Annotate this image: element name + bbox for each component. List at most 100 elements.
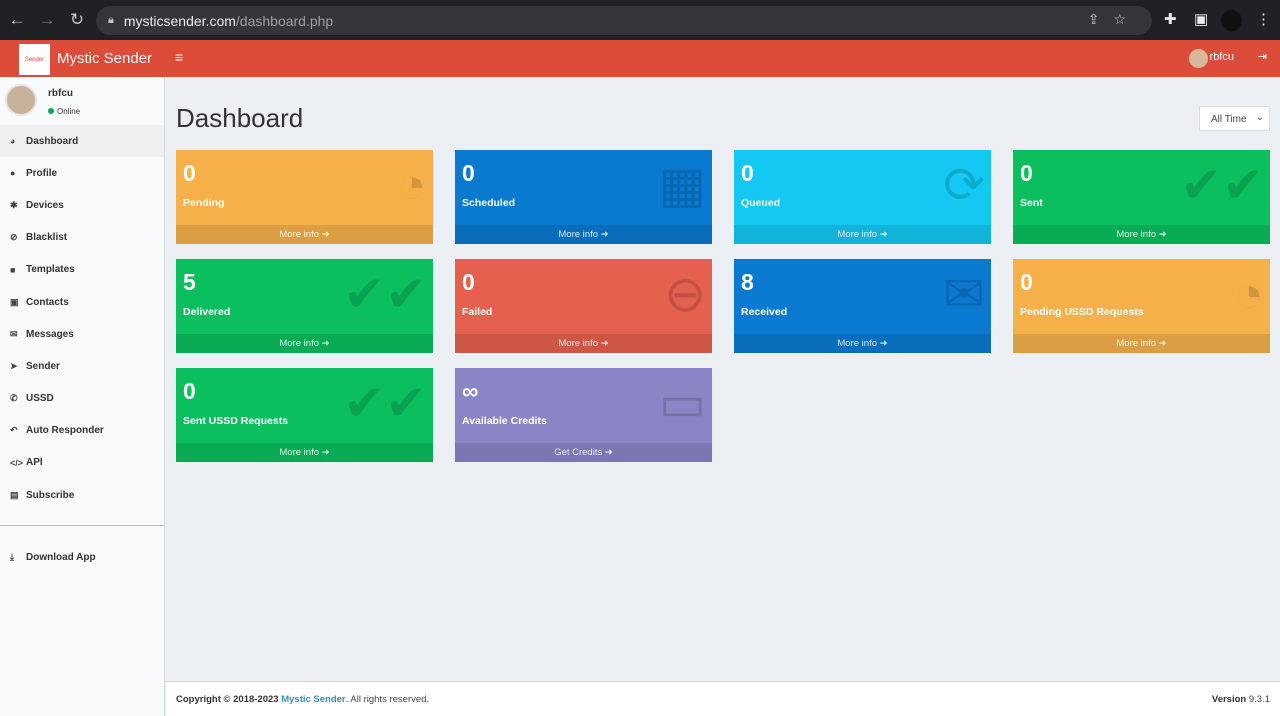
download-icon: ⤓ bbox=[10, 551, 14, 562]
sidebar-item-label: Dashboard bbox=[26, 135, 79, 147]
card-value: 0 bbox=[1020, 160, 1033, 186]
stat-card-sent: 0 Sent ✔✔ More info ➜ bbox=[1013, 150, 1270, 244]
stat-card-available-credits: ∞ Available Credits ▭ Get Credits ➜ bbox=[455, 368, 712, 462]
card-icon: ✔✔ bbox=[1180, 157, 1264, 213]
sidebar-item-label: Download App bbox=[26, 551, 96, 563]
sidebar-item-messages[interactable]: ✉ Messages bbox=[0, 318, 164, 350]
more-info-link[interactable]: More info ➜ bbox=[1013, 225, 1270, 244]
sidebar-item-label: API bbox=[26, 457, 43, 469]
sidebar-item-label: USSD bbox=[26, 393, 54, 405]
forward-icon[interactable]: → bbox=[32, 10, 62, 30]
menu-icon[interactable]: ⋮ bbox=[1256, 10, 1271, 28]
reload-icon[interactable]: ↻ bbox=[62, 10, 92, 30]
sidebar: rbfcu Online ◕ Dashboard ● Profile ✱ Devices ⊘… bbox=[0, 77, 165, 716]
footer-brand-link[interactable]: Mystic Sender bbox=[281, 694, 345, 705]
lock-icon: 🔒︎ bbox=[108, 14, 114, 26]
more-info-link[interactable]: More info ➜ bbox=[176, 334, 433, 353]
card-value: 0 bbox=[741, 160, 754, 186]
divider bbox=[0, 525, 164, 526]
time-range-value: All Time bbox=[1211, 114, 1247, 125]
rights: . All rights reserved. bbox=[345, 694, 430, 705]
card-label: Scheduled bbox=[462, 197, 516, 209]
more-info-link[interactable]: More info ➜ bbox=[455, 334, 712, 353]
chevron-down-icon: ⌄ bbox=[1255, 112, 1264, 123]
sidebar-item-label: Sender bbox=[26, 360, 60, 372]
card-value: 0 bbox=[462, 269, 475, 295]
version: 9.3.1 bbox=[1248, 694, 1270, 705]
app-header: Sender Mystic Sender ≡ rbfcu ⇥ bbox=[0, 40, 1280, 77]
card-label: Queued bbox=[741, 197, 781, 209]
sidebar-item-templates[interactable]: ■ Templates bbox=[0, 254, 164, 286]
more-info-link[interactable]: More info ➜ bbox=[176, 225, 433, 244]
sidepanel-icon[interactable]: ▣ bbox=[1194, 10, 1208, 28]
sidebar-item-contacts[interactable]: ▣ Contacts bbox=[0, 286, 164, 318]
logo[interactable]: Sender bbox=[19, 44, 50, 75]
stat-card-failed: 0 Failed ⊖ More info ➜ bbox=[455, 259, 712, 353]
sidebar-item-label: Subscribe bbox=[26, 489, 75, 501]
share-bookmark-icons[interactable]: ⇪☆ bbox=[1088, 11, 1140, 28]
sidebar-item-label: Profile bbox=[26, 167, 58, 179]
time-range-select[interactable]: All Time ⌄ bbox=[1199, 106, 1270, 131]
menu-icon: ⊘ bbox=[10, 232, 18, 243]
sidebar-item-devices[interactable]: ✱ Devices bbox=[0, 189, 164, 221]
url-host: mysticsender.com bbox=[123, 12, 236, 29]
stat-card-delivered: 5 Delivered ✔✔ More info ➜ bbox=[176, 259, 433, 353]
sidebar-item-dashboard[interactable]: ◕ Dashboard bbox=[0, 125, 164, 158]
card-icon: ◔ bbox=[396, 157, 427, 213]
menu-icon: ➤ bbox=[10, 360, 18, 371]
card-icon: ✔✔ bbox=[343, 266, 427, 322]
card-icon: ▭ bbox=[658, 375, 706, 431]
card-icon: ✔✔ bbox=[343, 375, 427, 431]
more-info-link[interactable]: More info ➜ bbox=[176, 443, 433, 462]
card-value: 0 bbox=[183, 378, 196, 404]
sidebar-item-sender[interactable]: ➤ Sender bbox=[0, 350, 164, 382]
card-value: 0 bbox=[1020, 269, 1033, 295]
profile-icon[interactable] bbox=[1221, 10, 1242, 31]
card-icon: ⊖ bbox=[664, 266, 706, 322]
sidebar-item-subscribe[interactable]: ▤ Subscribe bbox=[0, 479, 164, 511]
sidebar-item-label: Devices bbox=[26, 199, 64, 211]
more-info-link[interactable]: More info ➜ bbox=[1013, 334, 1270, 353]
card-label: Pending bbox=[183, 197, 225, 209]
more-info-link[interactable]: More info ➜ bbox=[734, 334, 991, 353]
sidebar-item-label: Contacts bbox=[26, 296, 69, 308]
sidebar-item-blacklist[interactable]: ⊘ Blacklist bbox=[0, 222, 164, 254]
sidebar-item-ussd[interactable]: ✆ USSD bbox=[0, 383, 164, 415]
address-bar[interactable]: 🔒︎ mysticsender.com/dashboard.php ⇪☆ bbox=[96, 6, 1152, 35]
logout-icon[interactable]: ⇥ bbox=[1258, 50, 1267, 63]
menu-icon: </> bbox=[10, 457, 24, 468]
sidebar-item-label: Messages bbox=[26, 328, 74, 340]
menu-icon: ▣ bbox=[10, 296, 19, 307]
menu-icon: ■ bbox=[10, 264, 16, 275]
extensions-icon[interactable]: ✚ bbox=[1164, 10, 1177, 28]
card-icon: ✉ bbox=[943, 266, 985, 322]
menu-icon: ● bbox=[10, 168, 16, 179]
menu-icon: ✉ bbox=[10, 328, 18, 339]
sidebar-item-api[interactable]: </> API bbox=[0, 447, 164, 479]
header-username[interactable]: rbfcu bbox=[1210, 51, 1234, 63]
hamburger-icon[interactable]: ≡ bbox=[175, 49, 183, 65]
card-icon: ▦ bbox=[658, 157, 706, 213]
avatar[interactable] bbox=[1189, 49, 1208, 68]
more-info-link[interactable]: Get Credits ➜ bbox=[455, 443, 712, 462]
stat-card-sent-ussd-requests: 0 Sent USSD Requests ✔✔ More info ➜ bbox=[176, 368, 433, 462]
more-info-link[interactable]: More info ➜ bbox=[455, 225, 712, 244]
browser-toolbar: ← → ↻ 🔒︎ mysticsender.com/dashboard.php … bbox=[0, 0, 1280, 40]
card-value: 5 bbox=[183, 269, 196, 295]
sidebar-item-label: Auto Responder bbox=[26, 425, 104, 437]
more-info-link[interactable]: More info ➜ bbox=[734, 225, 991, 244]
card-icon: ⟳ bbox=[943, 157, 985, 213]
sidebar-menu: ◕ Dashboard ● Profile ✱ Devices ⊘ Blacklist ■ Tem… bbox=[0, 125, 164, 511]
back-icon[interactable]: ← bbox=[2, 10, 32, 30]
stat-card-pending: 0 Pending ◔ More info ➜ bbox=[176, 150, 433, 244]
sidebar-item-label: Templates bbox=[26, 264, 75, 276]
menu-icon: ✱ bbox=[10, 199, 18, 210]
menu-icon: ▤ bbox=[10, 489, 19, 500]
card-value: ∞ bbox=[462, 378, 479, 404]
page-title: Dashboard bbox=[176, 103, 304, 133]
sidebar-item-profile[interactable]: ● Profile bbox=[0, 157, 164, 189]
card-value: 8 bbox=[741, 269, 754, 295]
sidebar-item-download-app[interactable]: ⤓ Download App bbox=[0, 541, 164, 573]
sidebar-item-auto-responder[interactable]: ↶ Auto Responder bbox=[0, 415, 164, 447]
brand-name[interactable]: Mystic Sender bbox=[57, 50, 152, 67]
